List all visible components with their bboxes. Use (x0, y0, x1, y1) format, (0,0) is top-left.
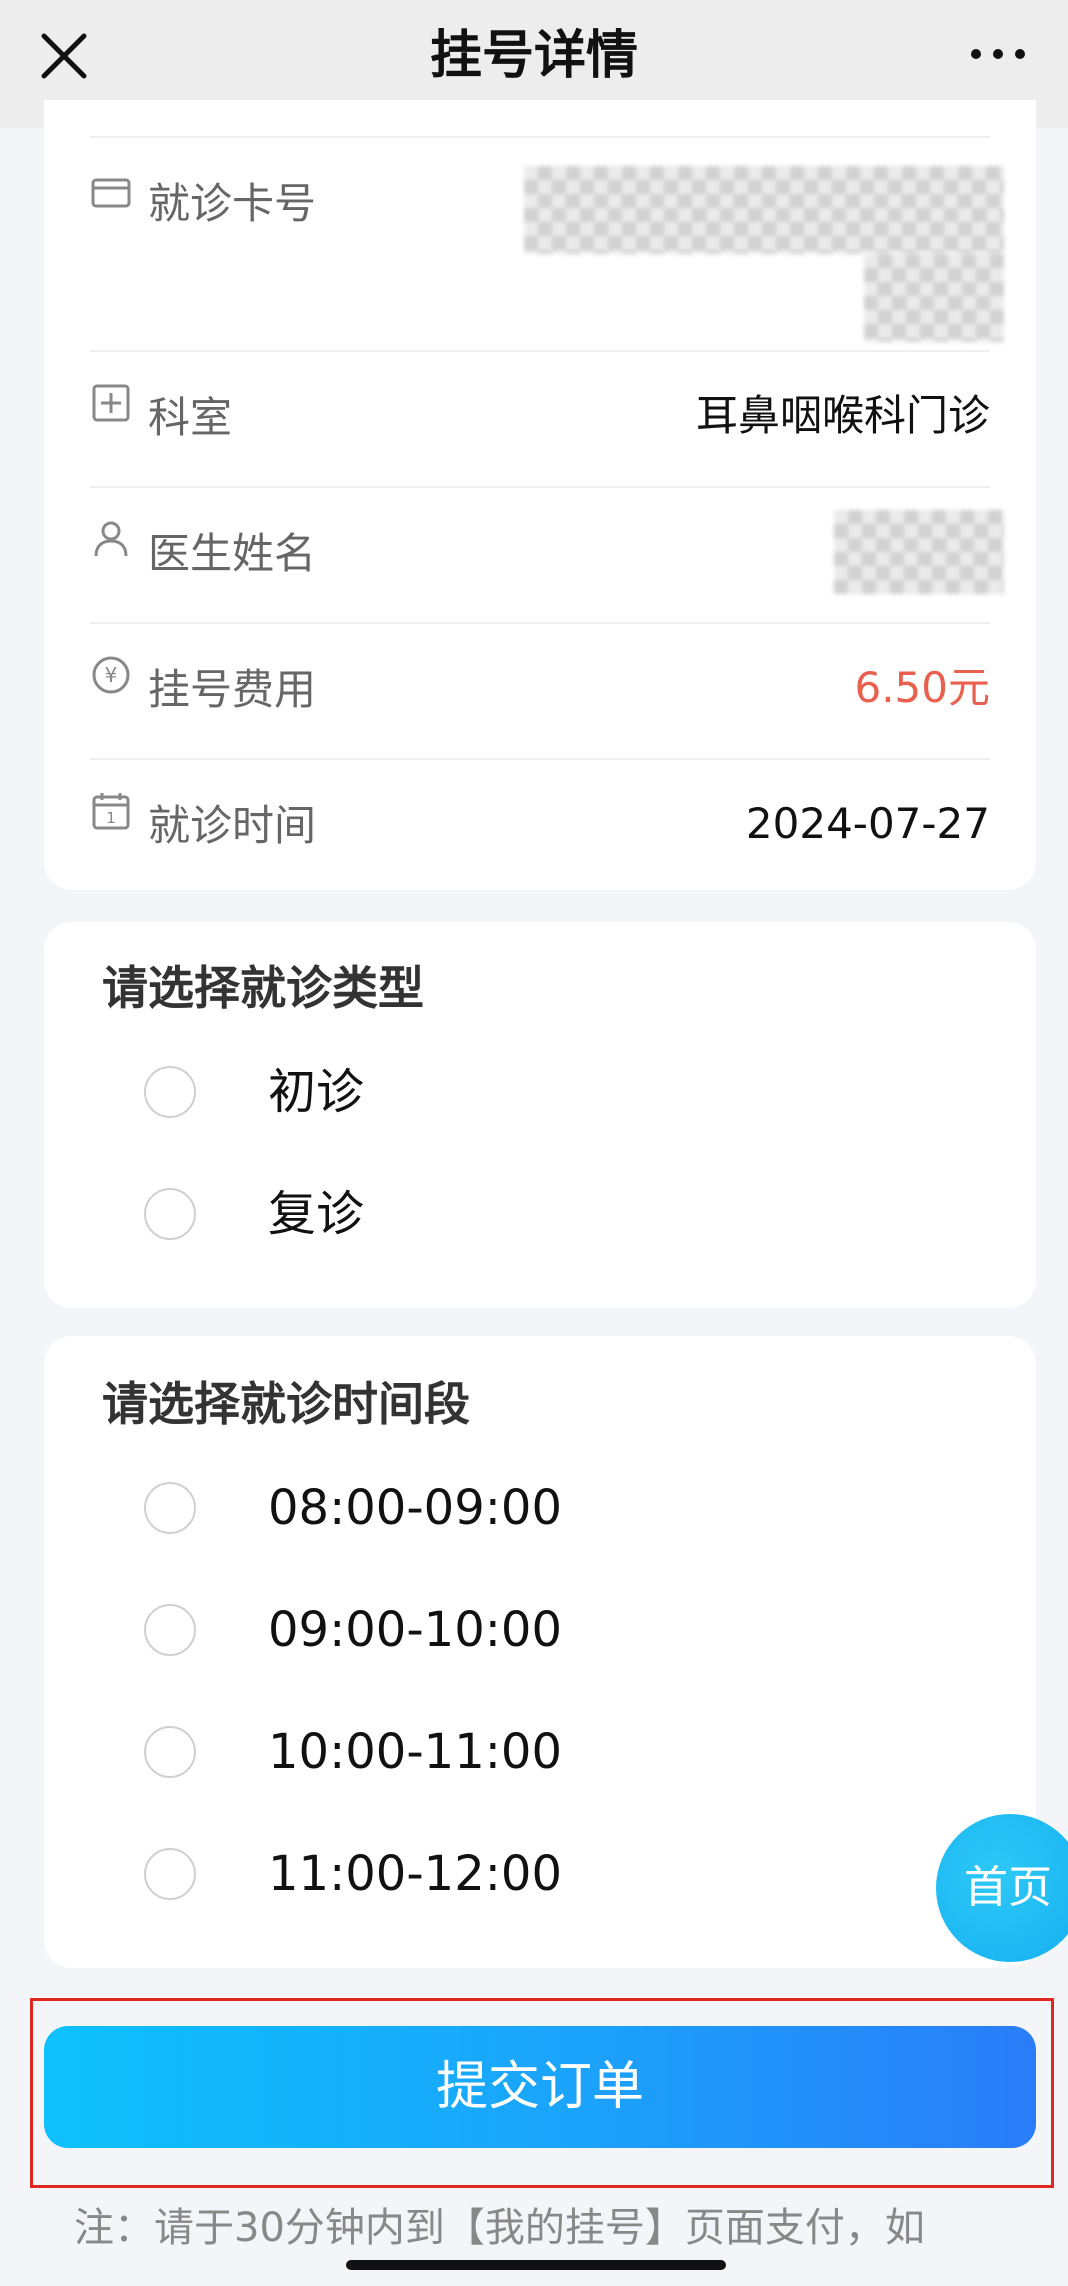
department-label: 科室 (148, 393, 233, 442)
radio-option-first-visit[interactable]: 初诊 (144, 1054, 996, 1134)
redacted-card-number-suffix (864, 254, 1004, 342)
calendar-icon: 1 (92, 793, 130, 830)
visit-type-title: 请选择就诊类型 (102, 961, 424, 1015)
payment-notice: 注：请于30分钟内到【我的挂号】页面支付，如 (74, 2205, 925, 2251)
time-slot-title: 请选择就诊时间段 (102, 1377, 470, 1431)
card-icon (91, 178, 131, 208)
submit-order-button[interactable]: 提交订单 (44, 2026, 1036, 2148)
radio-button[interactable] (144, 1188, 196, 1240)
radio-button[interactable] (144, 1848, 196, 1900)
radio-button[interactable] (144, 1066, 196, 1118)
visit-time-value: 2024-07-27 (745, 799, 990, 848)
info-row-department: 科室 耳鼻咽喉科门诊 (90, 352, 990, 488)
time-slot-card: 请选择就诊时间段 08:00-09:00 09:00-10:00 10:00-1… (44, 1336, 1036, 1968)
visit-time-label: 就诊时间 (148, 801, 317, 850)
radio-button[interactable] (144, 1726, 196, 1778)
redacted-doctor-name (834, 510, 1004, 594)
visit-type-card: 请选择就诊类型 初诊 复诊 (44, 922, 1036, 1308)
yen-icon: ¥ (92, 656, 130, 694)
info-row-card-number: 就诊卡号 (90, 152, 1004, 352)
radio-label: 09:00-10:00 (268, 1602, 562, 1658)
radio-option-time-slot[interactable]: 10:00-11:00 (144, 1714, 996, 1794)
radio-label: 复诊 (268, 1186, 365, 1242)
radio-option-time-slot[interactable]: 09:00-10:00 (144, 1592, 996, 1672)
radio-label: 08:00-09:00 (268, 1480, 562, 1536)
radio-option-follow-up[interactable]: 复诊 (144, 1176, 996, 1256)
svg-text:1: 1 (106, 809, 116, 827)
fee-label: 挂号费用 (148, 665, 317, 714)
radio-label: 初诊 (268, 1064, 365, 1120)
registration-info-card: 就诊卡号 科室 耳鼻咽喉科门诊 医生姓名 ¥ 挂号费用 6.50元 1 就诊时间… (44, 100, 1036, 890)
page-title: 挂号详情 (429, 26, 638, 86)
radio-option-time-slot[interactable]: 08:00-09:00 (144, 1470, 996, 1550)
redacted-card-number (524, 166, 1004, 254)
radio-option-time-slot[interactable]: 11:00-12:00 (144, 1836, 996, 1916)
department-value: 耳鼻咽喉科门诊 (695, 391, 990, 440)
info-row-fee: ¥ 挂号费用 6.50元 (90, 624, 990, 760)
divider (90, 136, 990, 138)
radio-label: 10:00-11:00 (268, 1724, 562, 1780)
info-row-visit-time: 1 就诊时间 2024-07-27 (90, 760, 990, 890)
doctor-label: 医生姓名 (148, 529, 317, 578)
radio-label: 11:00-12:00 (268, 1846, 562, 1902)
more-icon[interactable] (968, 36, 1028, 72)
radio-button[interactable] (144, 1604, 196, 1656)
doctor-icon (94, 521, 128, 557)
fee-value: 6.50元 (854, 663, 990, 712)
card-number-label: 就诊卡号 (148, 179, 317, 228)
plus-square-icon (92, 384, 130, 422)
svg-text:¥: ¥ (105, 663, 118, 687)
info-row-doctor: 医生姓名 (90, 488, 1004, 624)
home-indicator (346, 2260, 726, 2270)
radio-button[interactable] (144, 1482, 196, 1534)
